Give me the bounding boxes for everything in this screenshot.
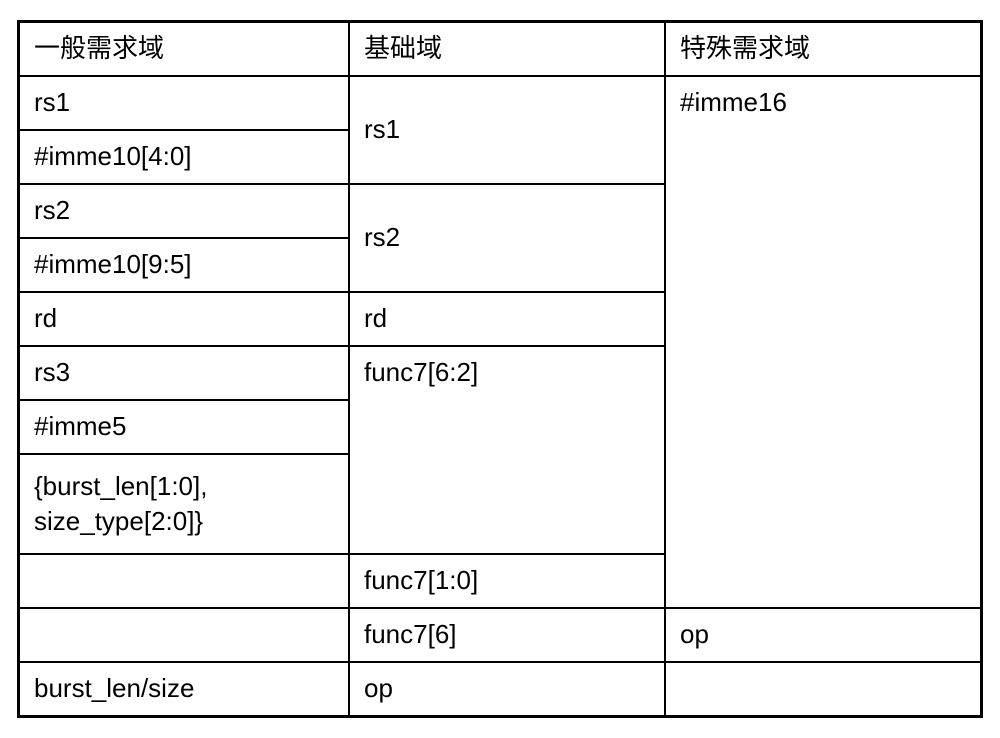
table-cell: rs1 xyxy=(349,76,665,184)
instruction-field-table: 一般需求域 基础域 特殊需求域 rs1 #imme10[4:0] rs2 #im… xyxy=(17,20,983,718)
table-cell: op xyxy=(349,662,665,716)
header-col3: 特殊需求域 xyxy=(665,22,981,76)
table-cell: rs2 xyxy=(19,184,349,238)
table-cell: #imme5 xyxy=(19,400,349,454)
table-cell: op xyxy=(665,608,981,662)
table-cell: rd xyxy=(19,292,349,346)
header-col2: 基础域 xyxy=(349,22,665,76)
table-cell: func7[6:2] xyxy=(349,346,665,554)
table-cell xyxy=(19,554,349,608)
header-col1: 一般需求域 xyxy=(19,22,349,76)
table-cell xyxy=(665,662,981,716)
table-cell: #imme10[9:5] xyxy=(19,238,349,292)
table-cell: rs3 xyxy=(19,346,349,400)
table-cell: func7[6] xyxy=(349,608,665,662)
table-cell: rs1 xyxy=(19,76,349,130)
table-cell xyxy=(19,608,349,662)
table-cell: rs2 xyxy=(349,184,665,292)
table-cell: {burst_len[1:0], size_type[2:0]} xyxy=(19,454,349,554)
table-cell: func7[1:0] xyxy=(349,554,665,608)
table-cell: rd xyxy=(349,292,665,346)
table-cell: #imme16 xyxy=(665,76,981,608)
table-cell: burst_len/size xyxy=(19,662,349,716)
table-cell: #imme10[4:0] xyxy=(19,130,349,184)
